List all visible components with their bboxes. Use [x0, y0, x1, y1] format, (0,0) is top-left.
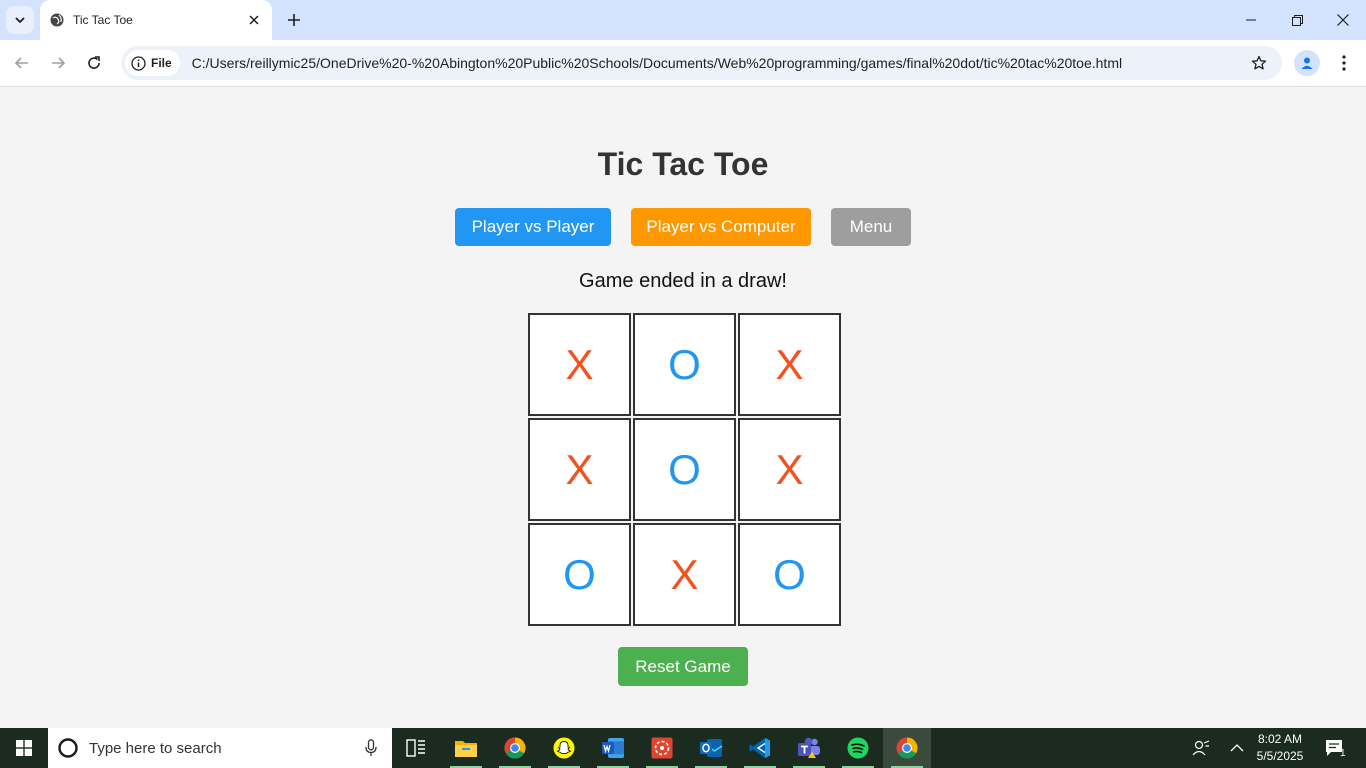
taskbar-file-explorer[interactable]	[442, 728, 490, 768]
taskbar-clock[interactable]: 8:02 AM 5/5/2025	[1250, 731, 1310, 765]
url-text[interactable]: C:/Users/reillymic25/OneDrive%20-%20Abin…	[192, 55, 1244, 71]
reload-button[interactable]	[79, 48, 109, 78]
chrome-icon	[504, 737, 526, 759]
reload-icon	[88, 56, 100, 69]
chevron-up-icon	[1230, 744, 1244, 752]
bookmark-button[interactable]	[1244, 48, 1274, 78]
tray-overflow-button[interactable]	[1224, 728, 1250, 768]
snapchat-icon	[553, 737, 575, 759]
browser-menu-button[interactable]	[1330, 48, 1358, 78]
board-cell-1[interactable]: X	[528, 313, 631, 416]
star-icon	[1251, 55, 1267, 70]
player-vs-player-button[interactable]: Player vs Player	[455, 208, 611, 246]
task-view-button[interactable]	[392, 728, 440, 768]
spotify-icon	[847, 737, 869, 759]
close-icon	[1337, 14, 1349, 26]
taskbar-vscode[interactable]	[736, 728, 784, 768]
microphone-icon[interactable]	[365, 739, 377, 757]
tab-close-button[interactable]	[242, 8, 266, 32]
notification-count: 1	[1340, 748, 1346, 759]
page-title: Tic Tac Toe	[597, 146, 769, 182]
person-icon	[1301, 57, 1313, 69]
plus-icon	[288, 14, 300, 26]
forward-button[interactable]	[43, 48, 73, 78]
windows-icon	[16, 740, 32, 756]
clock-date: 5/5/2025	[1256, 749, 1304, 763]
taskbar-teams[interactable]	[785, 728, 833, 768]
chrome-icon	[896, 737, 918, 759]
site-info-chip[interactable]: File	[125, 50, 180, 76]
tab-title: Tic Tac Toe	[73, 13, 133, 27]
taskbar-search[interactable]: Type here to search	[48, 728, 392, 768]
taskbar: Type here to search 8:02 AM 5/5/2025 1	[0, 728, 1366, 768]
game-board: X O X X O X O X O	[528, 313, 843, 628]
board-cell-9[interactable]: O	[738, 523, 841, 626]
reset-game-button[interactable]: Reset Game	[618, 647, 748, 686]
search-circle-icon	[58, 738, 78, 758]
teams-icon	[798, 737, 820, 758]
address-bar[interactable]: File C:/Users/reillymic25/OneDrive%20-%2…	[121, 46, 1282, 80]
file-explorer-icon	[455, 741, 477, 757]
arrow-right-icon	[52, 57, 66, 69]
vscode-icon	[749, 738, 770, 758]
player-vs-computer-button[interactable]: Player vs Computer	[631, 208, 811, 246]
taskbar-chrome[interactable]	[491, 728, 539, 768]
tray-people-button[interactable]	[1188, 728, 1214, 768]
more-vertical-icon	[1342, 55, 1346, 71]
menu-button[interactable]: Menu	[831, 208, 911, 246]
taskbar-chrome-active[interactable]	[883, 728, 931, 768]
browser-tab-bar: Tic Tac Toe	[0, 0, 1366, 40]
close-window-button[interactable]	[1320, 0, 1366, 40]
board-cell-8[interactable]: X	[633, 523, 736, 626]
taskbar-app[interactable]	[638, 728, 686, 768]
board-cell-4[interactable]: X	[528, 418, 631, 521]
clock-time: 8:02 AM	[1257, 732, 1303, 746]
board-cell-6[interactable]: X	[738, 418, 841, 521]
info-icon	[131, 55, 146, 71]
chevron-down-icon	[15, 17, 25, 24]
close-icon	[249, 15, 259, 25]
taskbar-word[interactable]	[589, 728, 637, 768]
taskbar-snapchat[interactable]	[540, 728, 588, 768]
board-cell-3[interactable]: X	[738, 313, 841, 416]
site-chip-label: File	[151, 56, 172, 70]
notification-center-button[interactable]: 1	[1318, 728, 1352, 768]
minimize-button[interactable]	[1228, 0, 1274, 40]
arrow-left-icon	[14, 57, 28, 69]
word-icon	[602, 738, 624, 758]
outlook-icon	[700, 739, 723, 757]
people-icon	[1192, 740, 1210, 756]
taskbar-outlook[interactable]	[687, 728, 735, 768]
board-cell-5[interactable]: O	[633, 418, 736, 521]
start-button[interactable]	[0, 728, 48, 768]
restore-button[interactable]	[1274, 0, 1320, 40]
globe-icon	[50, 13, 64, 27]
app-icon	[651, 737, 673, 759]
game-status: Game ended in a draw!	[579, 270, 787, 292]
new-tab-button[interactable]	[280, 6, 308, 34]
profile-button[interactable]	[1294, 50, 1320, 76]
taskbar-search-placeholder: Type here to search	[89, 739, 222, 757]
page-content: Tic Tac Toe Player vs Player Player vs C…	[0, 87, 1366, 728]
board-cell-2[interactable]: O	[633, 313, 736, 416]
browser-tab[interactable]: Tic Tac Toe	[40, 0, 272, 40]
minimize-icon	[1246, 19, 1256, 21]
restore-icon	[1291, 14, 1303, 26]
task-view-icon	[406, 739, 425, 757]
back-button[interactable]	[7, 48, 37, 78]
browser-toolbar: File C:/Users/reillymic25/OneDrive%20-%2…	[0, 40, 1366, 87]
taskbar-spotify[interactable]	[834, 728, 882, 768]
board-cell-7[interactable]: O	[528, 523, 631, 626]
tab-search-button[interactable]	[6, 6, 34, 34]
